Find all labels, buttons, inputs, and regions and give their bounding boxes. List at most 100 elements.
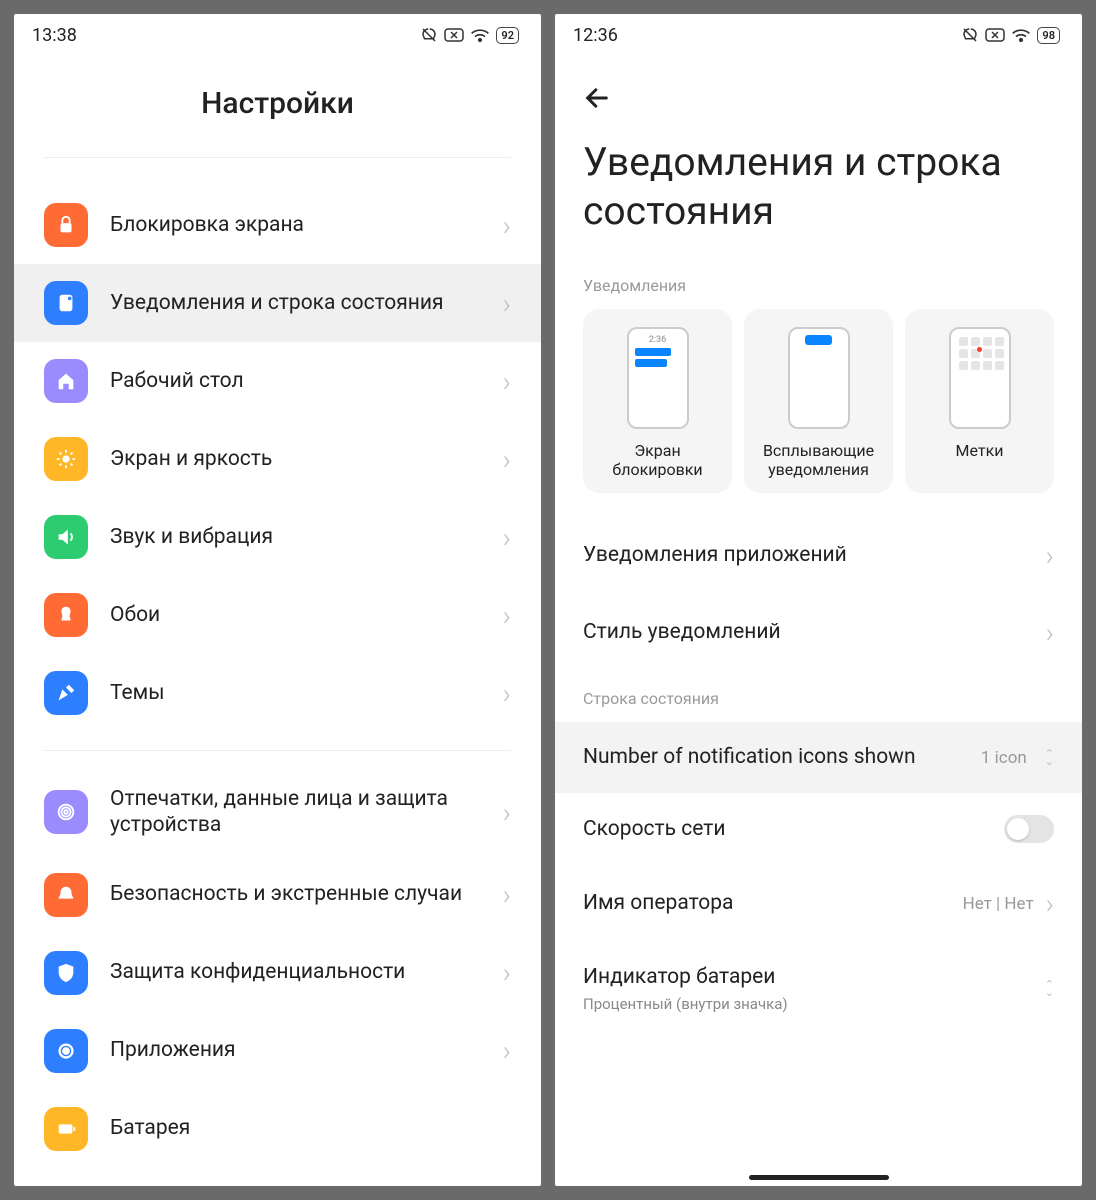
chevron-right-icon: › [503,209,511,242]
chevron-right-icon: › [503,443,511,476]
box-icon [985,28,1005,42]
row-wallpaper[interactable]: Обои › [14,576,541,654]
wifi-icon [470,27,490,43]
arrow-left-icon [583,84,611,112]
row-label: Отпечатки, данные лица и защита устройст… [110,786,481,839]
row-label: Приложения [110,1037,481,1063]
status-bar: 12:36 98 [555,14,1082,56]
row-biometric[interactable]: Отпечатки, данные лица и защита устройст… [14,769,541,856]
toggle-off[interactable] [1004,815,1054,843]
notifications-icon [44,281,88,325]
home-indicator[interactable] [749,1175,889,1180]
battery-row-icon [44,1107,88,1151]
status-time: 13:38 [32,25,77,46]
card-floating[interactable]: Всплывающие уведомления [744,309,893,493]
mute-icon [961,26,979,44]
status-indicators: 98 [961,26,1060,44]
home-icon [44,359,88,403]
card-label: Всплывающие уведомления [752,441,885,479]
row-label: Уведомления приложений [583,542,1034,569]
row-themes[interactable]: Темы › [14,654,541,732]
divider [44,750,511,751]
row-carrier-name[interactable]: Имя оператора Нет | Нет › [555,865,1082,942]
row-label: Скорость сети [583,816,992,843]
chevron-right-icon: › [503,956,511,989]
fingerprint-icon [44,790,88,834]
bell-icon [44,873,88,917]
row-battery[interactable]: Батарея [14,1090,541,1168]
row-label: Number of notification icons shown [583,744,969,771]
row-privacy[interactable]: Защита конфиденциальности › [14,934,541,1012]
row-label: Блокировка экрана [110,212,481,238]
row-label: Индикатор батареи [583,964,1027,991]
wallpaper-icon [44,593,88,637]
notifications-screen: 12:36 98 Уведомления и строка состояния … [555,14,1082,1186]
row-value: Нет | Нет [963,894,1034,914]
row-display[interactable]: Экран и яркость › [14,420,541,498]
chevron-right-icon: › [503,365,511,398]
row-network-speed[interactable]: Скорость сети [555,793,1082,865]
row-apps[interactable]: Приложения › [14,1012,541,1090]
apps-icon [44,1029,88,1073]
stepper-icon: ⌃⌄ [1045,981,1054,996]
divider [44,157,511,158]
wifi-icon [1011,27,1031,43]
row-label: Стиль уведомлений [583,619,1034,646]
card-label: Метки [956,441,1004,460]
battery-icon: 92 [496,27,519,44]
chevron-right-icon: › [503,878,511,911]
chevron-right-icon: › [1046,616,1054,649]
floating-preview-icon [788,327,850,429]
shield-icon [44,951,88,995]
page-title: Уведомления и строка состояния [555,122,1082,276]
chevron-right-icon: › [503,796,511,829]
card-lockscreen[interactable]: 2:36 Экран блокировки [583,309,732,493]
page-title: Настройки [14,56,541,157]
row-app-notifications[interactable]: Уведомления приложений › [555,517,1082,594]
status-bar: 13:38 92 [14,14,541,56]
chevron-right-icon: › [1046,887,1054,920]
section-header-statusbar: Строка состояния [555,689,1082,722]
row-label: Звук и вибрация [110,524,481,550]
stepper-icon: ⌃⌄ [1045,750,1054,765]
row-sublabel: Процентный (внутри значка) [583,995,1027,1013]
row-label: Защита конфиденциальности [110,959,481,985]
themes-icon [44,671,88,715]
card-label: Экран блокировки [591,441,724,479]
chevron-right-icon: › [503,287,511,320]
chevron-right-icon: › [503,677,511,710]
row-sound[interactable]: Звук и вибрация › [14,498,541,576]
mute-icon [420,26,438,44]
row-label: Батарея [110,1115,511,1141]
row-lock-screen[interactable]: Блокировка экрана › [14,186,541,264]
row-label: Рабочий стол [110,368,481,394]
row-label: Имя оператора [583,890,951,917]
row-icon-count[interactable]: Number of notification icons shown 1 ico… [555,722,1082,793]
row-notification-style[interactable]: Стиль уведомлений › [555,594,1082,671]
chevron-right-icon: › [1046,539,1054,572]
row-label: Темы [110,680,481,706]
row-label: Экран и яркость [110,446,481,472]
status-time: 12:36 [573,25,618,46]
notification-cards: 2:36 Экран блокировки Всплывающие уведом… [555,309,1082,517]
row-label: Безопасность и экстренные случаи [110,881,481,907]
row-security[interactable]: Безопасность и экстренные случаи › [14,856,541,934]
row-value: 1 icon [981,748,1027,768]
chevron-right-icon: › [503,1034,511,1067]
lockscreen-preview-icon: 2:36 [627,327,689,429]
chevron-right-icon: › [503,599,511,632]
card-badges[interactable]: Метки [905,309,1054,493]
settings-screen: 13:38 92 Настройки Блокировка экрана › У… [14,14,541,1186]
sound-icon [44,515,88,559]
lock-icon [44,203,88,247]
back-button[interactable] [555,56,1082,122]
status-indicators: 92 [420,26,519,44]
row-home-screen[interactable]: Рабочий стол › [14,342,541,420]
badges-preview-icon [949,327,1011,429]
brightness-icon [44,437,88,481]
row-battery-indicator[interactable]: Индикатор батареи Процентный (внутри зна… [555,942,1082,1035]
row-notifications[interactable]: Уведомления и строка состояния › [14,264,541,342]
settings-list: Блокировка экрана › Уведомления и строка… [14,186,541,1186]
row-label: Уведомления и строка состояния [110,290,481,316]
row-label: Обои [110,602,481,628]
